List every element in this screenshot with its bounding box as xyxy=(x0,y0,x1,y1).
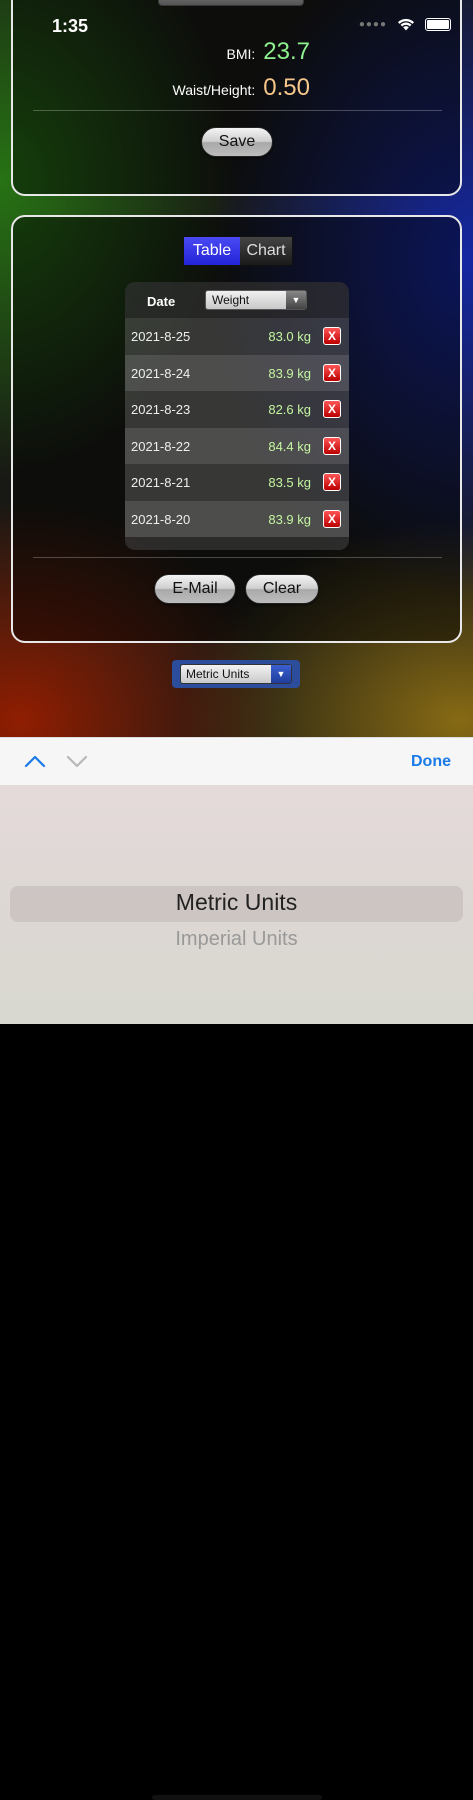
clear-button[interactable]: Clear xyxy=(245,574,319,604)
units-select[interactable]: Metric Units ▼ xyxy=(172,660,300,688)
row-weight: 83.9 kg xyxy=(268,365,311,381)
delete-row-button[interactable]: X xyxy=(323,509,341,528)
delete-row-button[interactable]: X xyxy=(323,363,341,382)
history-panel: Table Chart Date Weight ▼ 2021-8-25 83.0 … xyxy=(11,215,462,643)
history-table: Date Weight ▼ 2021-8-25 83.0 kg X 2021-8-24… xyxy=(125,282,349,550)
picker-option[interactable]: Imperial Units xyxy=(0,928,473,951)
units-select-value: Metric Units xyxy=(186,667,250,681)
status-indicators: ●●●● xyxy=(359,18,451,31)
table-header: Date Weight ▼ xyxy=(125,282,349,318)
view-toggle: Table Chart xyxy=(183,236,293,266)
row-date: 2021-8-20 xyxy=(131,511,191,527)
row-date: 2021-8-25 xyxy=(131,329,191,344)
waist-height-value: 0.50 xyxy=(263,74,310,101)
chevron-down-icon[interactable] xyxy=(66,755,88,768)
chevron-down-icon: ▼ xyxy=(286,291,306,309)
table-body: 2021-8-25 83.0 kg X 2021-8-24 83.9 kg X 2021-8… xyxy=(125,318,349,537)
waist-height-label: Waist/Height: xyxy=(172,82,256,98)
tab-chart[interactable]: Chart xyxy=(240,237,292,265)
metric-select[interactable]: Weight ▼ xyxy=(205,290,307,310)
delete-row-button[interactable]: X xyxy=(323,473,341,491)
table-row: 2021-8-23 82.6 kg X xyxy=(125,391,349,428)
units-picker[interactable]: Metric Units Imperial Units xyxy=(0,785,473,1800)
wifi-icon xyxy=(398,18,414,31)
delete-row-button[interactable]: X xyxy=(323,327,341,345)
table-row: 2021-8-21 83.5 kg X xyxy=(125,464,349,501)
chevron-down-icon: ▼ xyxy=(271,665,291,683)
home-indicator xyxy=(152,1795,322,1800)
status-bar: 1:35 ●●●● xyxy=(0,0,473,44)
delete-row-button[interactable]: X xyxy=(323,436,341,455)
row-date: 2021-8-23 xyxy=(131,402,191,417)
waist-height-row: Waist/Height: 0.50 xyxy=(173,74,310,102)
date-column-header: Date xyxy=(147,294,176,309)
row-date: 2021-8-24 xyxy=(131,365,191,381)
table-row: 2021-8-25 83.0 kg X xyxy=(125,318,349,355)
signal-icon: ●●●● xyxy=(358,19,387,30)
chevron-up-icon[interactable] xyxy=(24,755,46,768)
row-weight: 82.6 kg xyxy=(268,402,311,417)
metric-select-value: Weight xyxy=(212,293,250,307)
status-time: 1:35 xyxy=(52,16,89,36)
row-date: 2021-8-21 xyxy=(131,475,191,490)
delete-row-button[interactable]: X xyxy=(323,400,341,418)
done-button[interactable]: Done xyxy=(411,753,451,771)
table-row: 2021-8-24 83.9 kg X xyxy=(125,354,349,391)
row-weight: 83.0 kg xyxy=(268,329,311,344)
app-background: BMI: 23.7 Waist/Height: 0.50 Save Table … xyxy=(0,0,473,737)
row-weight: 84.4 kg xyxy=(268,438,311,454)
picker-option-selected[interactable]: Metric Units xyxy=(0,889,473,916)
table-row: 2021-8-20 83.9 kg X xyxy=(125,500,349,537)
table-row: 2021-8-22 84.4 kg X xyxy=(125,427,349,464)
row-date: 2021-8-22 xyxy=(131,438,191,454)
bmi-label: BMI: xyxy=(226,46,256,62)
tab-table[interactable]: Table xyxy=(184,237,240,265)
row-weight: 83.9 kg xyxy=(268,511,311,527)
row-weight: 83.5 kg xyxy=(268,475,311,490)
keyboard-accessory-bar: Done xyxy=(0,737,473,785)
history-divider xyxy=(33,557,442,558)
units-select-field: Metric Units ▼ xyxy=(180,664,292,684)
email-button[interactable]: E-Mail xyxy=(154,574,236,604)
battery-icon xyxy=(425,18,451,31)
save-button[interactable]: Save xyxy=(201,127,273,157)
summary-divider xyxy=(33,110,442,111)
